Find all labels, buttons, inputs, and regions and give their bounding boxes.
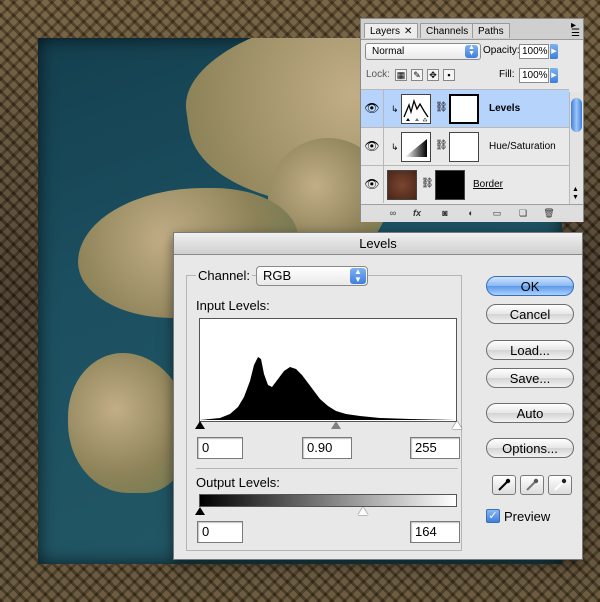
layer-mask-thumbnail[interactable] bbox=[449, 94, 479, 124]
fill-slider-arrow-icon[interactable]: ▶ bbox=[550, 68, 558, 83]
layer-row-levels[interactable]: 👁 ↳ ⛓ Levels bbox=[361, 89, 569, 127]
palette-tabs: Layers ✕ Channels Paths ▸ ☰ bbox=[361, 19, 583, 40]
clip-arrow-icon: ↳ bbox=[391, 142, 399, 152]
opacity-slider-arrow-icon[interactable]: ▶ bbox=[550, 44, 558, 59]
map-landmass bbox=[68, 353, 188, 493]
scrollbar-thumb[interactable] bbox=[571, 98, 582, 132]
group-icon[interactable]: ▭ bbox=[491, 208, 503, 219]
preview-checkbox[interactable]: ✓ bbox=[486, 509, 500, 523]
histogram bbox=[199, 318, 457, 422]
lock-brush-icon[interactable]: ✎ bbox=[411, 69, 423, 81]
layer-row-border[interactable]: 👁 ⛓ Border bbox=[361, 165, 569, 204]
chevron-updown-icon: ▲ ▼ bbox=[350, 268, 366, 284]
clip-arrow-icon: ↳ bbox=[391, 104, 399, 114]
input-levels-label: Input Levels: bbox=[196, 298, 270, 313]
ok-button[interactable]: OK bbox=[486, 276, 574, 296]
close-icon[interactable]: ✕ bbox=[404, 26, 412, 37]
channel-label: Channel: bbox=[196, 268, 253, 284]
load-button[interactable]: Load... bbox=[486, 340, 574, 360]
white-eyedropper-icon[interactable] bbox=[548, 475, 572, 495]
lock-transparency-icon[interactable]: ▦ bbox=[395, 69, 407, 81]
output-levels-label: Output Levels: bbox=[196, 475, 280, 490]
eyedropper-icon bbox=[554, 478, 567, 491]
output-black-field[interactable]: 0 bbox=[197, 521, 243, 543]
save-button[interactable]: Save... bbox=[486, 368, 574, 388]
tab-channels[interactable]: Channels bbox=[420, 23, 475, 38]
histogram-icon bbox=[403, 98, 429, 122]
layers-scrollbar[interactable]: ▲ ▼ bbox=[569, 92, 583, 204]
input-white-slider[interactable] bbox=[452, 421, 462, 429]
input-gamma-field[interactable]: 0.90 bbox=[302, 437, 352, 459]
layer-name: Border bbox=[473, 179, 504, 190]
input-black-field[interactable]: 0 bbox=[197, 437, 243, 459]
chain-link-icon[interactable]: ⛓ bbox=[421, 178, 434, 189]
eyedropper-icon bbox=[526, 478, 539, 491]
options-button[interactable]: Options... bbox=[486, 438, 574, 458]
fill-field[interactable]: 100% bbox=[519, 68, 549, 83]
chain-link-icon[interactable]: ⛓ bbox=[435, 140, 448, 151]
layer-name: Levels bbox=[489, 103, 521, 114]
layer-mask-thumbnail[interactable] bbox=[435, 170, 465, 200]
fx-icon[interactable]: fx bbox=[411, 208, 423, 219]
mask-icon[interactable]: ◙ bbox=[439, 208, 451, 219]
divider bbox=[196, 468, 458, 469]
hue-saturation-icon bbox=[405, 139, 427, 157]
chevron-updown-icon: ▲ ▼ bbox=[465, 44, 478, 58]
cancel-button[interactable]: Cancel bbox=[486, 304, 574, 324]
lock-all-icon[interactable]: ▪ bbox=[443, 69, 455, 81]
input-black-slider[interactable] bbox=[195, 421, 205, 429]
opacity-field[interactable]: 100% bbox=[519, 44, 549, 59]
link-icon[interactable]: ∞ bbox=[387, 208, 399, 219]
dialog-title[interactable]: Levels bbox=[174, 233, 582, 255]
layers-palette-toolbar: ∞ fx ◙ ◐ ▭ ❏ 🗑 bbox=[361, 204, 583, 222]
tab-layers[interactable]: Layers ✕ bbox=[364, 23, 419, 38]
lock-move-icon[interactable]: ✥ bbox=[427, 69, 439, 81]
adjustment-icon[interactable]: ◐ bbox=[465, 208, 477, 219]
preview-label: Preview bbox=[504, 509, 551, 524]
new-layer-icon[interactable]: ❏ bbox=[517, 208, 529, 219]
output-gradient-bar bbox=[199, 494, 457, 507]
opacity-label: Opacity: bbox=[483, 45, 520, 56]
output-white-slider[interactable] bbox=[358, 507, 368, 515]
black-eyedropper-icon[interactable] bbox=[492, 475, 516, 495]
scroll-arrows-icon[interactable]: ▲ ▼ bbox=[572, 186, 579, 202]
eye-icon[interactable]: 👁 bbox=[361, 128, 384, 165]
palette-menu-icon[interactable]: ▸ ☰ bbox=[571, 21, 580, 39]
histogram-graph bbox=[200, 357, 456, 420]
blend-mode-select[interactable]: Normal ▲ ▼ bbox=[365, 43, 481, 60]
layer-row-hue-saturation[interactable]: 👁 ↳ ⛓ Hue/Saturation bbox=[361, 127, 569, 165]
channel-select[interactable]: RGB ▲ ▼ bbox=[256, 266, 368, 286]
lock-label: Lock: bbox=[366, 69, 390, 80]
input-white-field[interactable]: 255 bbox=[410, 437, 460, 459]
eye-icon[interactable]: 👁 bbox=[361, 166, 384, 203]
levels-dialog: Levels Channel: RGB ▲ ▼ Input Levels: 0 0… bbox=[173, 232, 583, 560]
gray-eyedropper-icon[interactable] bbox=[520, 475, 544, 495]
trash-icon[interactable]: 🗑 bbox=[543, 208, 555, 219]
output-white-field[interactable]: 164 bbox=[410, 521, 460, 543]
layer-mask-thumbnail[interactable] bbox=[449, 132, 479, 162]
levels-adjustment-thumbnail-icon bbox=[401, 94, 431, 124]
fill-label: Fill: bbox=[499, 69, 515, 80]
tab-paths[interactable]: Paths bbox=[472, 23, 510, 38]
chain-link-icon[interactable]: ⛓ bbox=[435, 102, 448, 113]
auto-button[interactable]: Auto bbox=[486, 403, 574, 423]
layer-thumbnail bbox=[387, 170, 417, 200]
input-gamma-slider[interactable] bbox=[331, 421, 341, 429]
eyedropper-icon bbox=[498, 478, 511, 491]
eye-icon[interactable]: 👁 bbox=[361, 90, 384, 127]
output-black-slider[interactable] bbox=[195, 507, 205, 515]
layers-palette: Layers ✕ Channels Paths ▸ ☰ Normal ▲ ▼ Opac… bbox=[360, 18, 584, 222]
hue-saturation-thumbnail-icon bbox=[401, 132, 431, 162]
layer-name: Hue/Saturation bbox=[489, 141, 556, 152]
